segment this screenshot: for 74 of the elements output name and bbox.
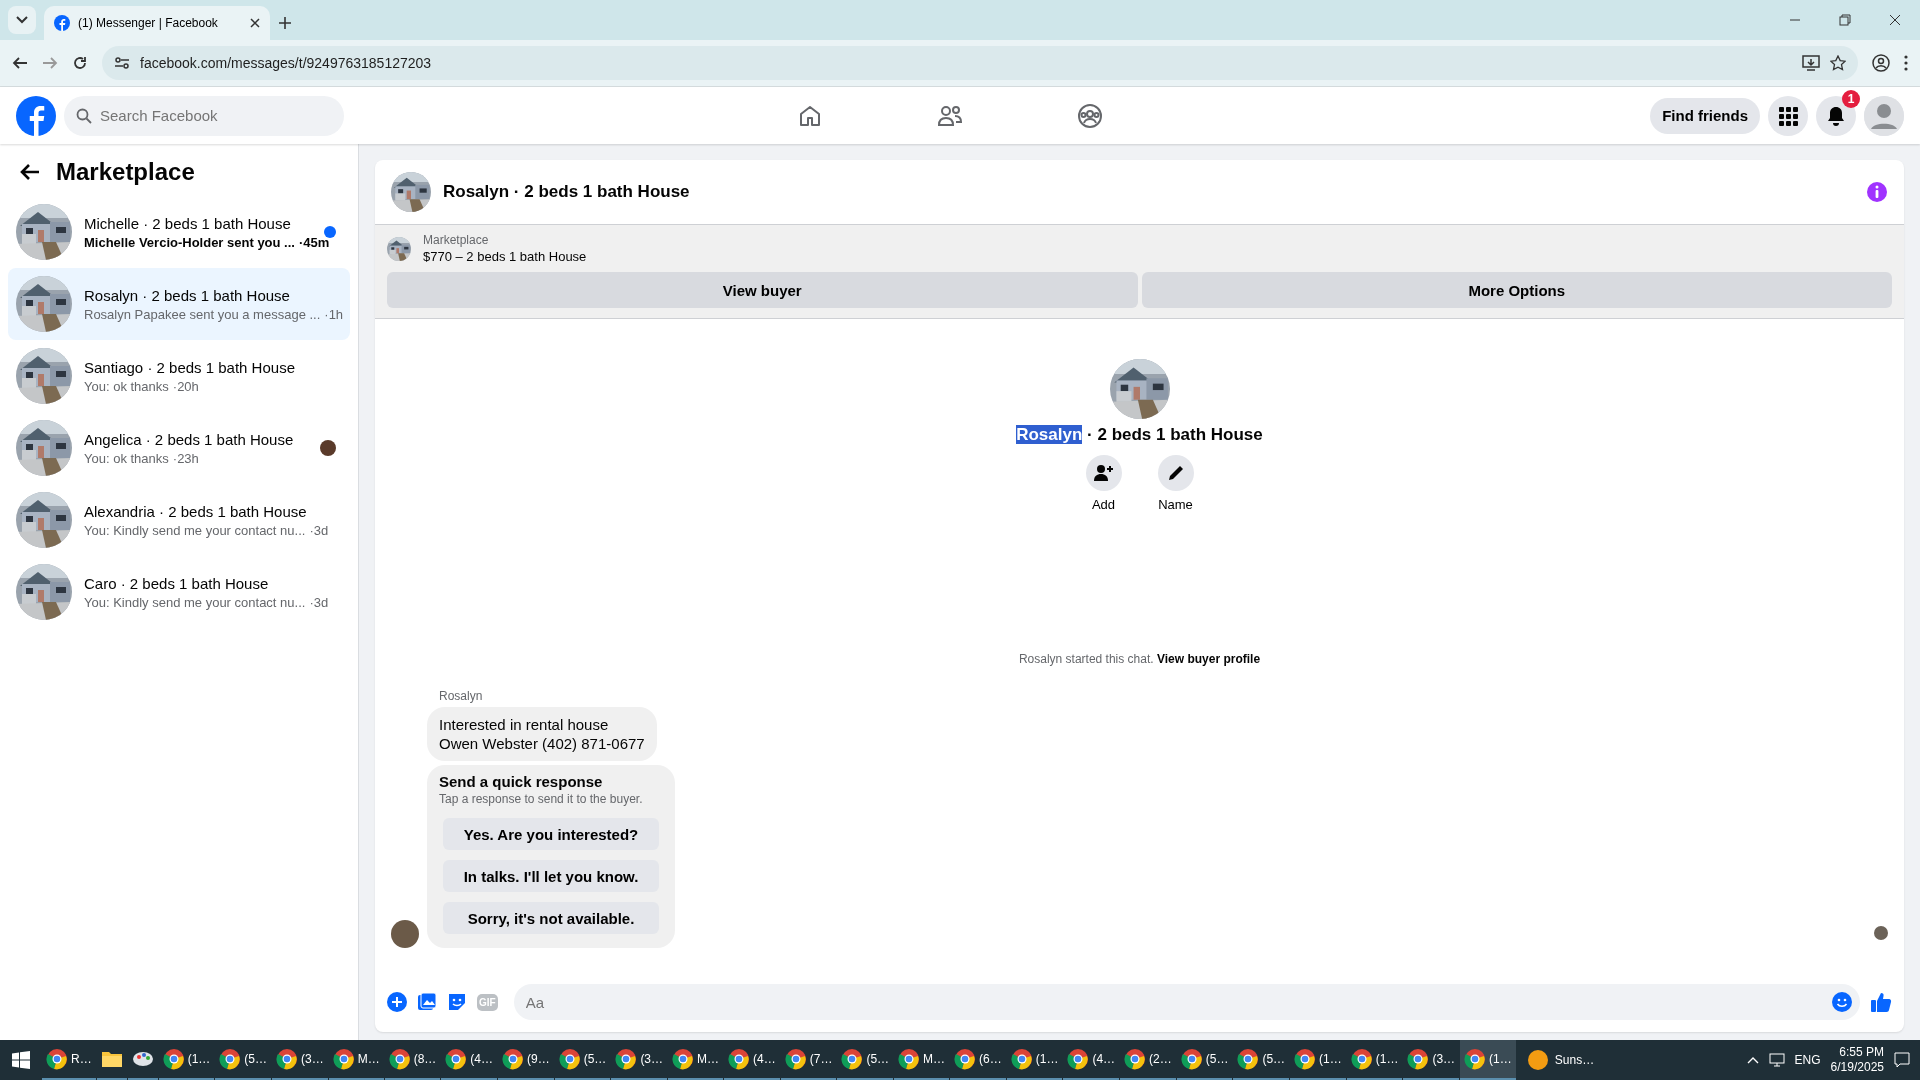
message-preview: You: ok thanks — [84, 450, 169, 466]
weather-text[interactable]: Suns… — [1554, 1053, 1595, 1067]
taskbar-app[interactable]: R… — [42, 1040, 96, 1080]
taskbar-app[interactable]: (8… — [384, 1040, 441, 1080]
conversation-item[interactable]: Alexandria · 2 beds 1 bath House You: Kindly send me your contact nu... ·3d — [8, 484, 350, 556]
listing-title: $770 – 2 beds 1 bath House — [423, 249, 587, 264]
taskbar-app[interactable]: (3… — [272, 1040, 328, 1080]
action-button[interactable]: More Options — [1141, 272, 1892, 308]
message-preview: You: Kindly send me your contact nu... — [84, 522, 306, 538]
taskbar-app[interactable]: (4… — [441, 1040, 498, 1080]
quick-response-button[interactable]: Sorry, it's not available. — [443, 902, 659, 934]
message-preview: You: ok thanks — [84, 378, 169, 394]
message-preview: Rosalyn Papakee sent you a message ... — [84, 306, 321, 322]
message-time: ·23h — [172, 450, 199, 466]
taskbar-app[interactable]: (1… — [1346, 1040, 1403, 1080]
notification-badge: 1 — [1842, 89, 1860, 108]
message-preview: Michelle Vercio-Holder sent you ... — [84, 234, 295, 250]
conversation-name: Rosalyn · 2 beds 1 bath House — [84, 286, 291, 304]
conversation-item[interactable]: Michelle · 2 beds 1 bath House Michelle Vercio-Holder sent you ... ·45m — [8, 196, 350, 268]
message-time: ·45m — [298, 234, 330, 250]
conversation-name: Alexandria · 2 beds 1 bath House — [84, 502, 308, 520]
taskbar-app[interactable]: M… — [668, 1040, 724, 1080]
taskbar-app[interactable]: (3… — [611, 1040, 668, 1080]
chat-started-note: Rosalyn started this chat. View buyer profile — [1017, 652, 1262, 666]
taskbar-app[interactable]: (5… — [554, 1040, 611, 1080]
message-bubble: Interested in rental house Owen Webster (402) 871-0677 — [427, 707, 657, 761]
taskbar-app[interactable]: (1… — [1460, 1040, 1516, 1080]
conversation-item[interactable]: Angelica · 2 beds 1 bath House You: ok thanks ·23h — [8, 412, 350, 484]
conversation-name: Michelle · 2 beds 1 bath House — [84, 214, 292, 232]
message-preview: You: Kindly send me your contact nu... — [84, 594, 306, 610]
find-friends-button[interactable]: Find friends — [1650, 97, 1760, 134]
address-bar[interactable]: facebook.com/messages/t/9249763185127203 — [102, 46, 1858, 80]
taskbar-app[interactable]: (5… — [837, 1040, 894, 1080]
listing-source: Marketplace — [423, 233, 490, 247]
buyer-profile-link[interactable]: View buyer profile — [1156, 652, 1261, 666]
message-field[interactable]: Aa — [513, 984, 1860, 1020]
taskbar-app[interactable]: (1… — [158, 1040, 215, 1080]
conversation-item[interactable]: Santiago · 2 beds 1 bath House You: ok thanks ·20h — [8, 340, 350, 412]
profile-title: Rosalyn · 2 beds 1 bath House — [1016, 425, 1263, 445]
search-field[interactable]: Search Facebook — [64, 95, 344, 136]
message-time: ·20h — [172, 378, 199, 394]
sidebar-title: Marketplace — [56, 158, 195, 186]
quick-response-title: Send a quick response — [439, 773, 604, 790]
taskbar-app[interactable]: (4… — [724, 1040, 780, 1080]
message-time: ·3d — [309, 522, 329, 538]
taskbar-app[interactable]: (2… — [1120, 1040, 1176, 1080]
taskbar-app[interactable]: M… — [328, 1040, 384, 1080]
conversation-name: Santiago · 2 beds 1 bath House — [84, 358, 296, 376]
taskbar-app[interactable]: (3… — [1403, 1040, 1460, 1080]
action-button[interactable]: View buyer — [387, 272, 1138, 308]
conversation-item[interactable]: Caro · 2 beds 1 bath House You: Kindly send me your contact nu... ·3d — [8, 556, 350, 628]
taskbar-app[interactable]: (1… — [1290, 1040, 1346, 1080]
taskbar-app[interactable]: (6… — [950, 1040, 1006, 1080]
conversation-name: Caro · 2 beds 1 bath House — [84, 574, 270, 592]
message-time: ·1h — [324, 306, 344, 322]
taskbar-app[interactable]: (7… — [780, 1040, 837, 1080]
quick-response-button[interactable]: In talks. I'll let you know. — [443, 860, 659, 892]
chat-title: Rosalyn · 2 beds 1 bath House — [443, 182, 691, 202]
taskbar-app[interactable]: (5… — [1176, 1040, 1233, 1080]
taskbar-app[interactable]: (4… — [1063, 1040, 1120, 1080]
clock[interactable]: 6:55 PM 6/19/2025 — [1830, 1045, 1884, 1075]
language-indicator[interactable]: ENG — [1794, 1053, 1821, 1067]
taskbar-app[interactable]: (5… — [215, 1040, 271, 1080]
taskbar-app[interactable]: M… — [894, 1040, 950, 1080]
quick-response-hint: Tap a response to send it to the buyer. — [439, 792, 644, 806]
quick-response-button[interactable]: Yes. Are you interested? — [443, 818, 659, 850]
taskbar-app[interactable]: (5… — [1233, 1040, 1290, 1080]
conversation-name: Angelica · 2 beds 1 bath House — [84, 430, 295, 448]
sender-name: Rosalyn — [439, 689, 483, 703]
message-time: ·3d — [309, 594, 329, 610]
browser-tab[interactable]: (1) Messenger | Facebook — [44, 6, 270, 40]
taskbar-app[interactable]: (9… — [498, 1040, 554, 1080]
taskbar-app[interactable]: (1… — [1006, 1040, 1063, 1080]
conversation-item[interactable]: Rosalyn · 2 beds 1 bath House Rosalyn Papakee sent you a message ... ·1h — [8, 268, 350, 340]
